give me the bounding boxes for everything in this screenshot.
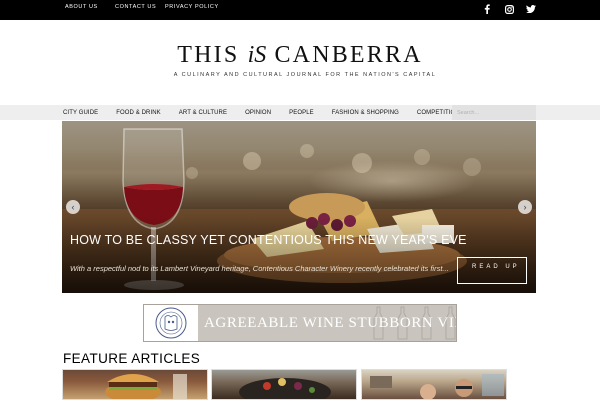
top-bar: ABOUT US CONTACT US PRIVACY POLICY <box>0 0 600 20</box>
twitter-icon[interactable] <box>526 2 536 16</box>
hero-title[interactable]: HOW TO BE CLASSY YET CONTENTIOUS THIS NE… <box>70 233 470 247</box>
top-links: ABOUT US CONTACT US PRIVACY POLICY <box>65 4 231 10</box>
banner-seal-logo <box>144 305 198 341</box>
site-tagline: A CULINARY AND CULTURAL JOURNAL FOR THE … <box>173 72 437 78</box>
social-links <box>482 2 536 16</box>
feature-image-burger <box>105 374 187 399</box>
feature-card[interactable] <box>211 369 357 400</box>
feature-card[interactable] <box>62 369 208 400</box>
site-logo[interactable]: THIS iS CANBERRA <box>0 42 600 69</box>
facebook-icon[interactable] <box>482 2 492 16</box>
read-up-button[interactable]: READ UP <box>457 257 527 284</box>
hero-excerpt: With a respectful nod to its Lambert Vin… <box>70 264 449 273</box>
banner-text: AGREEABLE WINE STUBBORN VINE <box>204 315 457 331</box>
nav-item-fashion-shopping[interactable]: FASHION & SHOPPING <box>332 110 399 116</box>
banner-ad[interactable]: AGREEABLE WINE STUBBORN VINE <box>143 304 457 342</box>
search-input[interactable] <box>452 105 536 120</box>
nav-items: CITY GUIDE FOOD & DRINK ART & CULTURE OP… <box>63 105 482 120</box>
instagram-icon[interactable] <box>504 2 514 16</box>
nav-item-art-culture[interactable]: ART & CULTURE <box>179 110 227 116</box>
feature-image-people <box>370 374 504 399</box>
contact-us-link[interactable]: CONTACT US <box>115 4 157 10</box>
nav-item-city-guide[interactable]: CITY GUIDE <box>63 110 98 116</box>
privacy-policy-link[interactable]: PRIVACY POLICY <box>165 4 223 10</box>
nav-item-opinion[interactable]: OPINION <box>245 110 271 116</box>
logo-is: iS <box>247 42 267 68</box>
slider-next-button[interactable]: › <box>518 200 532 214</box>
slider-prev-button[interactable]: ‹ <box>66 200 80 214</box>
nav-item-food-drink[interactable]: FOOD & DRINK <box>116 110 161 116</box>
feature-card[interactable] <box>361 369 507 400</box>
logo-canberra: CANBERRA <box>274 42 423 68</box>
logo-this: THIS <box>177 42 240 68</box>
about-us-link[interactable]: ABOUT US <box>65 4 107 10</box>
hero-slider[interactable]: ‹ › HOW TO BE CLASSY YET CONTENTIOUS THI… <box>62 121 536 293</box>
feature-image-dish <box>239 378 331 399</box>
feature-articles-heading: FEATURE ARTICLES <box>63 351 201 366</box>
nav-item-people[interactable]: PEOPLE <box>289 110 314 116</box>
